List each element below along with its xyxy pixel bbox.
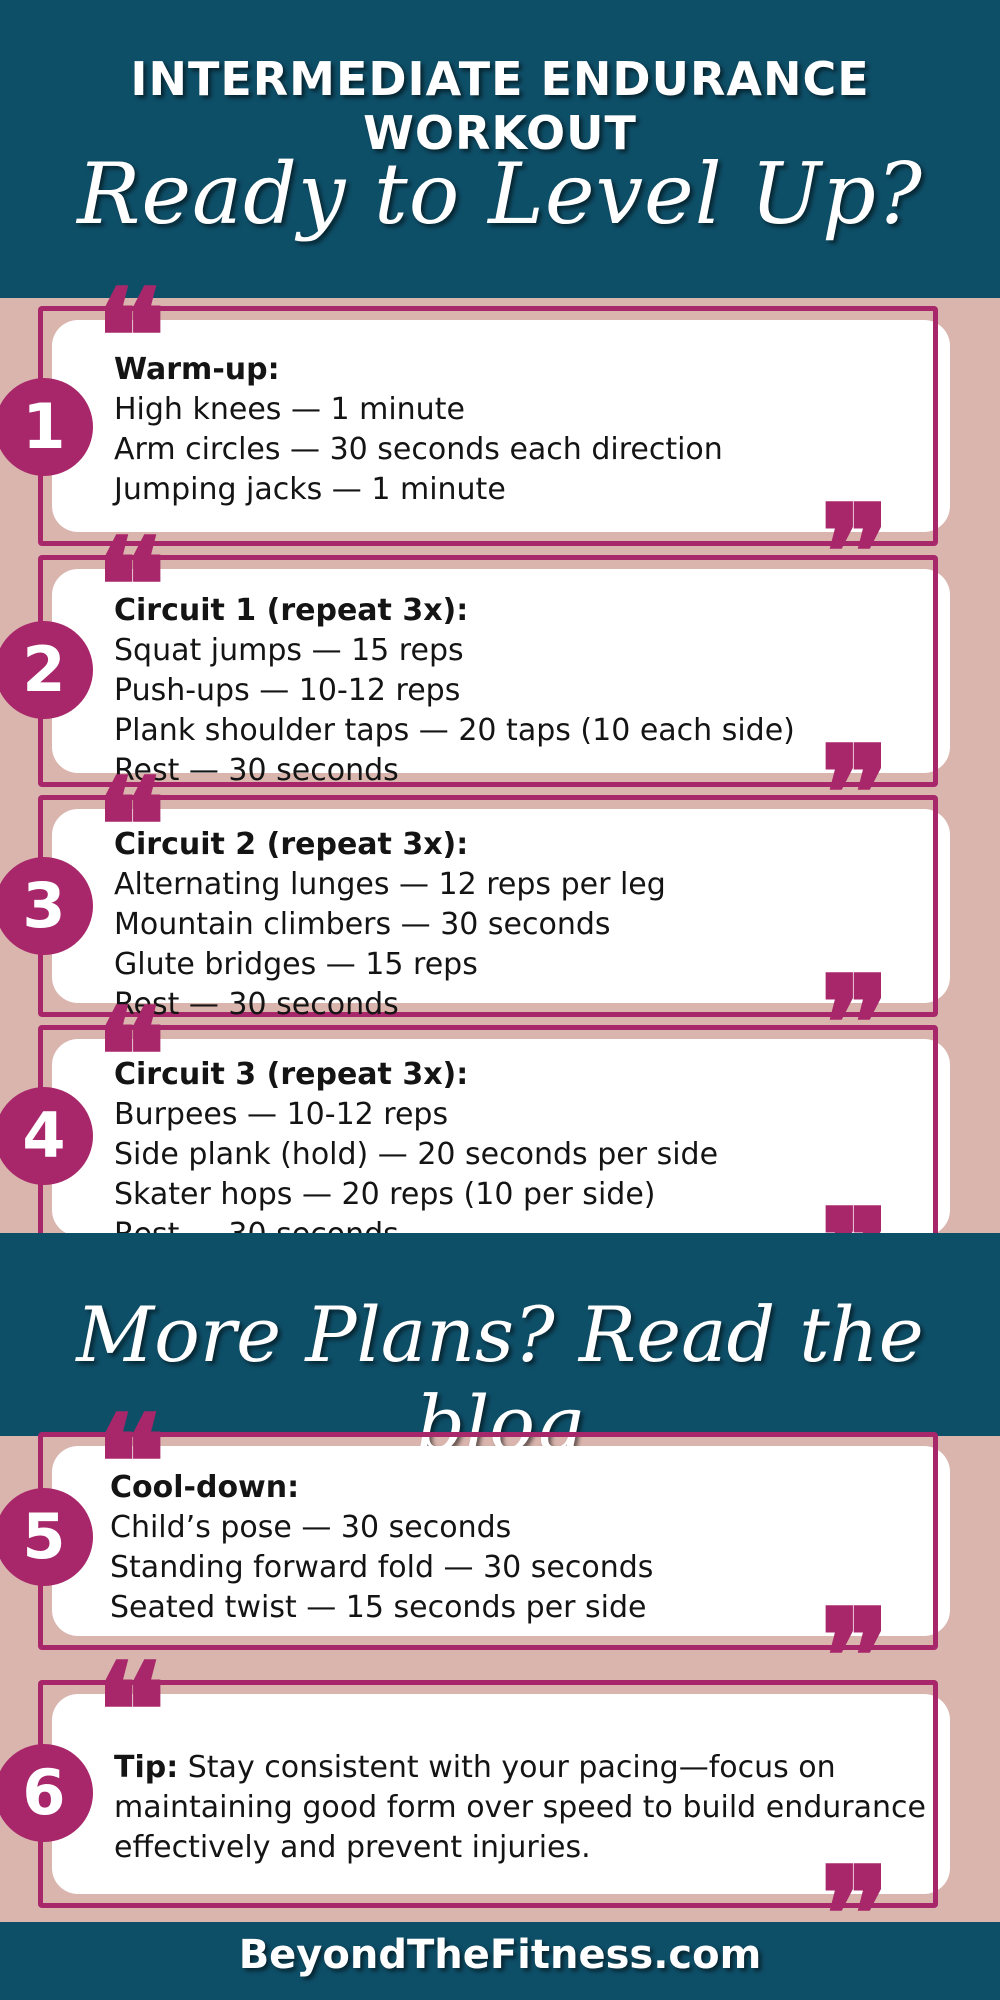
step-line: Arm circles — 30 seconds each direction [114, 432, 723, 467]
step-line: Rest — 30 seconds [114, 753, 399, 788]
step-line: Squat jumps — 15 reps [114, 633, 464, 668]
step-line: Plank shoulder taps — 20 taps (10 each s… [114, 713, 795, 748]
step-heading: Circuit 3 (repeat 3x): [114, 1057, 469, 1092]
tip-label: Tip: [114, 1750, 179, 1785]
site-url-link[interactable]: BeyondTheFitness.com [0, 1932, 1000, 1978]
step-content: Circuit 1 (repeat 3x): Squat jumps — 15 … [114, 591, 930, 791]
step-heading: Cool-down: [110, 1470, 300, 1505]
step-line: Jumping jacks — 1 minute [114, 472, 506, 507]
step-line: Burpees — 10-12 reps [114, 1097, 449, 1132]
step-line: Rest — 30 seconds [114, 987, 399, 1022]
step-card-6: ❝ ❞ 6 Tip: Stay consistent with your pac… [0, 1646, 1000, 1980]
header-tagline: Ready to Level Up? [77, 145, 923, 243]
step-heading: Circuit 1 (repeat 3x): [114, 593, 469, 628]
step-line: Glute bridges — 15 reps [114, 947, 478, 982]
step-line: Standing forward fold — 30 seconds [110, 1550, 654, 1585]
step-line: Skater hops — 20 reps (10 per side) [114, 1177, 656, 1212]
step-card-5: ❝ ❞ 5 Cool-down: Child’s pose — 30 secon… [0, 1398, 1000, 1722]
step-content: Cool-down: Child’s pose — 30 seconds Sta… [110, 1468, 930, 1628]
step-card-4: ❝ ❞ 4 Circuit 3 (repeat 3x): Burpees — 1… [0, 991, 1000, 1322]
step-line: Seated twist — 15 seconds per side [110, 1590, 647, 1625]
step-line: Mountain climbers — 30 seconds [114, 907, 611, 942]
step-content: Circuit 3 (repeat 3x): Burpees — 10-12 r… [114, 1055, 930, 1255]
step-line: Push-ups — 10-12 reps [114, 673, 461, 708]
step-line: High knees — 1 minute [114, 392, 465, 427]
tip-content: Tip: Stay consistent with your pacing—fo… [114, 1748, 930, 1868]
page-title: INTERMEDIATE ENDURANCE WORKOUT [130, 52, 870, 160]
tip-text: Stay consistent with your pacing—focus o… [114, 1750, 926, 1865]
step-line: Side plank (hold) — 20 seconds per side [114, 1137, 719, 1172]
step-content: Circuit 2 (repeat 3x): Alternating lunge… [114, 825, 930, 1025]
step-line: Child’s pose — 30 seconds [110, 1510, 512, 1545]
step-heading: Warm-up: [114, 352, 280, 387]
step-content: Warm-up: High knees — 1 minute Arm circl… [114, 350, 930, 510]
step-heading: Circuit 2 (repeat 3x): [114, 827, 469, 862]
step-line: Alternating lunges — 12 reps per leg [114, 867, 666, 902]
